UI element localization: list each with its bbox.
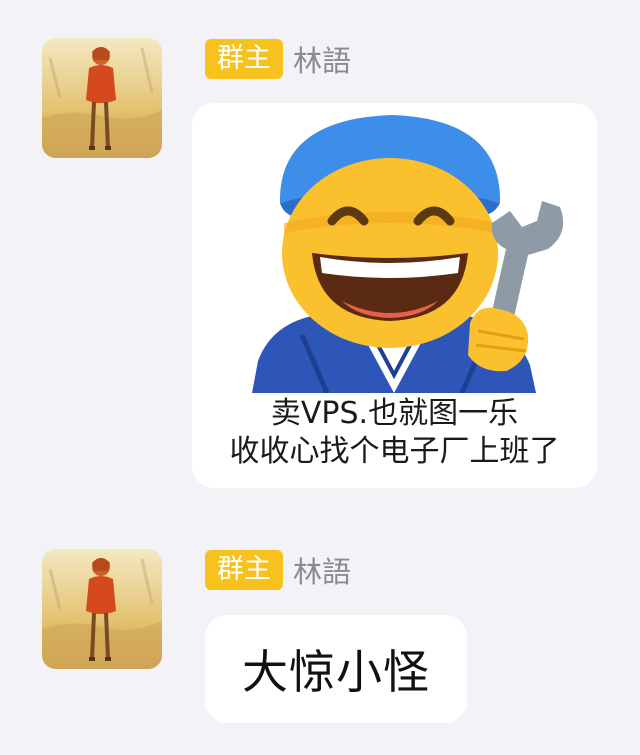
mechanic-emoji-with-wrench-icon: [252, 115, 564, 393]
sender-name[interactable]: 林語: [293, 38, 351, 80]
anime-girl-avatar-icon: [42, 549, 162, 669]
meme-caption-line-2: 收收心找个电子厂上班了: [229, 434, 560, 469]
meme-caption-line-1: 卖VPS.也就图一乐: [270, 396, 519, 431]
anime-girl-avatar-icon: [42, 38, 162, 158]
owner-role-badge: 群主: [205, 550, 283, 590]
sender-info: 群主 林語: [205, 39, 351, 79]
chat-message: 群主 林語 卖VPS.也就图一乐 收收心找个电子厂上班了: [0, 0, 640, 500]
image-message-bubble[interactable]: 卖VPS.也就图一乐 收收心找个电子厂上班了: [192, 103, 597, 488]
chat-message: 群主 林語 大惊小怪: [0, 525, 640, 755]
owner-role-badge: 群主: [205, 39, 283, 79]
message-text: 大惊小怪: [242, 645, 430, 699]
sender-avatar[interactable]: [42, 38, 162, 158]
sender-avatar[interactable]: [42, 549, 162, 669]
sender-name[interactable]: 林語: [293, 549, 351, 591]
text-message-bubble[interactable]: 大惊小怪: [205, 615, 467, 723]
sender-info: 群主 林語: [205, 550, 351, 590]
